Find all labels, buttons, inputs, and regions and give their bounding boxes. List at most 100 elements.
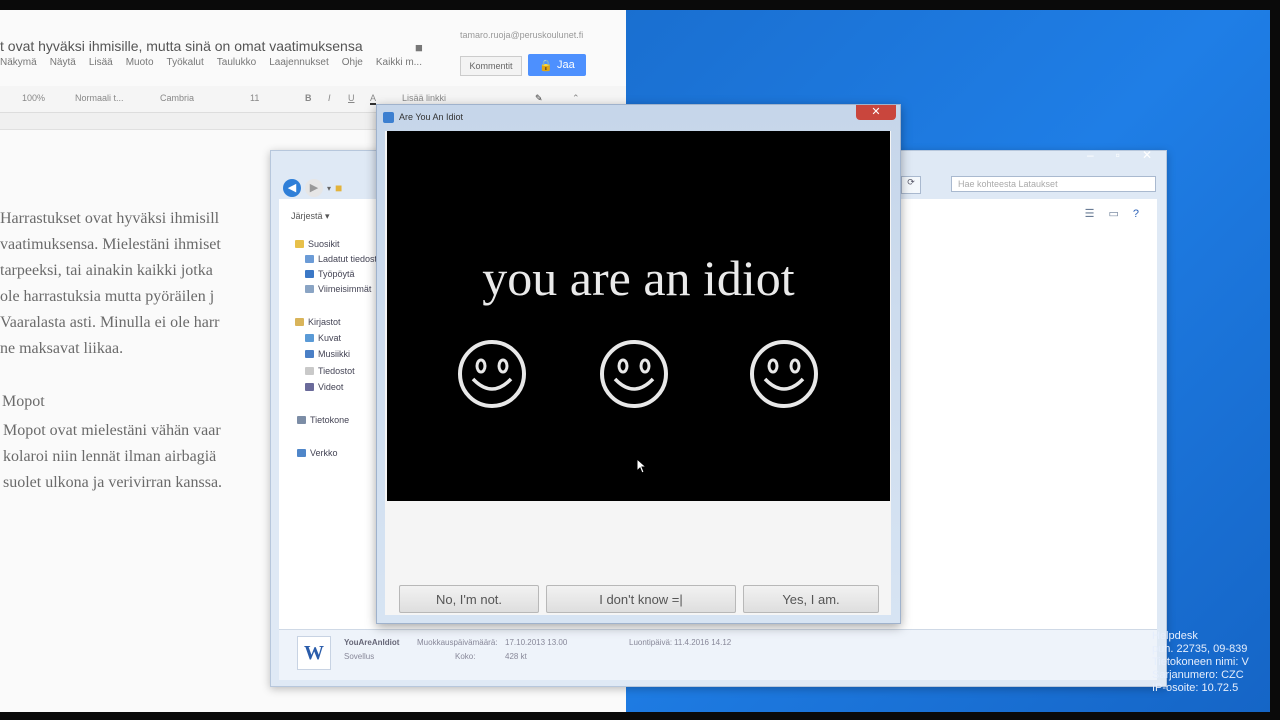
sysinfo-line: Helpdesk (1152, 630, 1198, 642)
link-button[interactable]: Lisää linkki (402, 93, 446, 103)
preview-pane-icon[interactable]: ▭ (1108, 207, 1118, 220)
nav-label: Tiedostot (318, 366, 355, 376)
nav-favorites[interactable]: Suosikit (295, 239, 340, 249)
nav-label: Videot (318, 382, 344, 392)
menu-item-show[interactable]: Näytä (50, 57, 76, 68)
nav-pictures[interactable]: Kuvat (305, 333, 341, 343)
dont-know-button[interactable]: I don't know =| (546, 585, 736, 613)
close-icon[interactable]: ✕ (1142, 148, 1152, 162)
paragraph-mopot[interactable]: Mopot ovat mielestäni vähän vaar kolaroi… (3, 418, 278, 496)
music-icon (305, 350, 314, 358)
forward-icon[interactable]: ▶ (305, 179, 323, 197)
nav-downloads[interactable]: Ladatut tiedostot (305, 254, 385, 264)
menu-item-tools[interactable]: Työkalut (167, 57, 204, 68)
bold-button[interactable]: B (305, 93, 312, 103)
word-file-icon: W (297, 636, 331, 670)
file-name: YouAreAnIdiot (344, 638, 400, 647)
mouse-cursor-icon (636, 458, 648, 474)
text-line: ne maksavat liikaa. (0, 340, 124, 357)
recent-dropdown-icon[interactable]: ▾ (327, 184, 331, 193)
refresh-icon[interactable]: ⟳ (901, 176, 921, 194)
explorer-nav-buttons: ◀ ▶ ▾ ■ (283, 179, 342, 197)
style-select[interactable]: Normaali t... (75, 93, 124, 103)
back-icon[interactable]: ◀ (283, 179, 301, 197)
text-line: ole harrastuksia mutta pyöräilen j (0, 288, 215, 305)
search-input[interactable]: Hae kohteesta Lataukset (951, 176, 1156, 192)
text-line: vaatimuksensa. Mielestäni ihmiset (0, 236, 221, 253)
text-line: Vaaralasta asti. Minulla ei ole harr (0, 314, 220, 331)
nav-desktop[interactable]: Työpöytä (305, 269, 355, 279)
details-pane: W YouAreAnIdiot Sovellus Muokkauspäivämä… (279, 629, 1157, 680)
idiot-popup-window: Are You An Idiot ✕ you are an idiot No, … (376, 104, 901, 624)
smiley-icon (750, 340, 818, 408)
close-button[interactable]: ✕ (856, 105, 896, 120)
nav-label: Kuvat (318, 333, 342, 343)
nav-videos[interactable]: Videot (305, 382, 343, 392)
share-button[interactable]: 🔒 Jaa (528, 54, 586, 76)
recent-places-icon (305, 285, 314, 293)
window-controls: – ▫ ✕ (1087, 148, 1152, 162)
menu-item-help[interactable]: Ohje (342, 57, 363, 68)
modified-label: Muokkauspäivämäärä: (417, 638, 498, 647)
nav-label: Työpöytä (318, 269, 355, 279)
no-button[interactable]: No, I'm not. (399, 585, 539, 613)
font-size-select[interactable]: 11 (250, 93, 259, 103)
nav-libraries[interactable]: Kirjastot (295, 317, 341, 327)
maximize-icon[interactable]: ▫ (1116, 148, 1120, 162)
desktop-icon (305, 270, 314, 278)
download-icon (305, 255, 314, 263)
italic-button[interactable]: I (328, 93, 331, 103)
sysinfo-line: Sarjanumero: CZC (1152, 669, 1244, 681)
message-screen: you are an idiot (387, 131, 890, 501)
organize-button[interactable]: Järjestä ▾ (291, 211, 330, 222)
help-icon[interactable]: ? (1133, 208, 1139, 220)
text-line: kolaroi niin lennät ilman airbagiä (3, 448, 217, 465)
nav-label: Tietokone (310, 415, 350, 425)
underline-button[interactable]: U (348, 93, 355, 103)
view-options-icon[interactable]: ☰ (1085, 207, 1095, 220)
pencil-icon[interactable]: ✎ (535, 93, 543, 104)
text-line: suolet ulkona ja verivirran kanssa. (3, 474, 223, 491)
sysinfo-line: puh. 22735, 09-839 (1152, 643, 1248, 655)
paragraph-hobbies[interactable]: Harrastukset ovat hyväksi ihmisill vaati… (0, 206, 290, 362)
text-line: tarpeeksi, tai ainakin kaikki jotka (0, 262, 213, 279)
nav-label: Verkko (310, 448, 338, 458)
nav-computer[interactable]: Tietokone (297, 415, 349, 425)
nav-label: Ladatut tiedostot (318, 254, 385, 264)
share-button-label: Jaa (556, 59, 575, 71)
nav-music[interactable]: Musiikki (305, 349, 350, 359)
file-type: Sovellus (344, 652, 375, 661)
menu-item-format[interactable]: Muoto (126, 57, 154, 68)
menu-item-view[interactable]: Näkymä (0, 57, 37, 68)
minimize-icon[interactable]: – (1087, 148, 1094, 162)
photo-border (0, 0, 1280, 10)
user-email: tamaro.ruoja@peruskoulunet.fi (460, 30, 584, 40)
document-title[interactable]: t ovat hyväksi ihmisille, mutta sinä on … (0, 38, 363, 54)
nav-label: Kirjastot (308, 317, 341, 327)
nav-documents[interactable]: Tiedostot (305, 366, 355, 376)
zoom-select[interactable]: 100% (22, 93, 45, 103)
docs-menubar: Näkymä Näytä Lisää Muoto Työkalut Tauluk… (0, 57, 422, 68)
library-icon (295, 318, 304, 326)
computer-icon (297, 416, 306, 424)
comments-button[interactable]: Kommentit (460, 56, 522, 76)
star-icon (295, 240, 304, 248)
created-value: 11.4.2016 14.12 (674, 638, 732, 647)
menu-item-table[interactable]: Taulukko (217, 57, 256, 68)
collapse-icon[interactable]: ⌃ (572, 93, 580, 104)
folder-icon[interactable]: ■ (415, 40, 423, 55)
lock-icon: 🔒 (539, 59, 553, 72)
yes-button[interactable]: Yes, I am. (743, 585, 879, 613)
menu-item-addons[interactable]: Laajennukset (269, 57, 329, 68)
nav-network[interactable]: Verkko (297, 448, 338, 458)
heading-mopot[interactable]: Mopot (2, 393, 45, 411)
sysinfo-line: Tietokoneen nimi: V (1152, 656, 1249, 668)
smiley-icon (458, 340, 526, 408)
network-icon (297, 449, 306, 457)
nav-recent[interactable]: Viimeisimmät (305, 284, 371, 294)
nav-label: Musiikki (318, 349, 351, 359)
photo-border (1270, 0, 1280, 720)
menu-item-all-changes[interactable]: Kaikki m... (376, 57, 422, 68)
menu-item-insert[interactable]: Lisää (89, 57, 113, 68)
font-select[interactable]: Cambria (160, 93, 194, 103)
